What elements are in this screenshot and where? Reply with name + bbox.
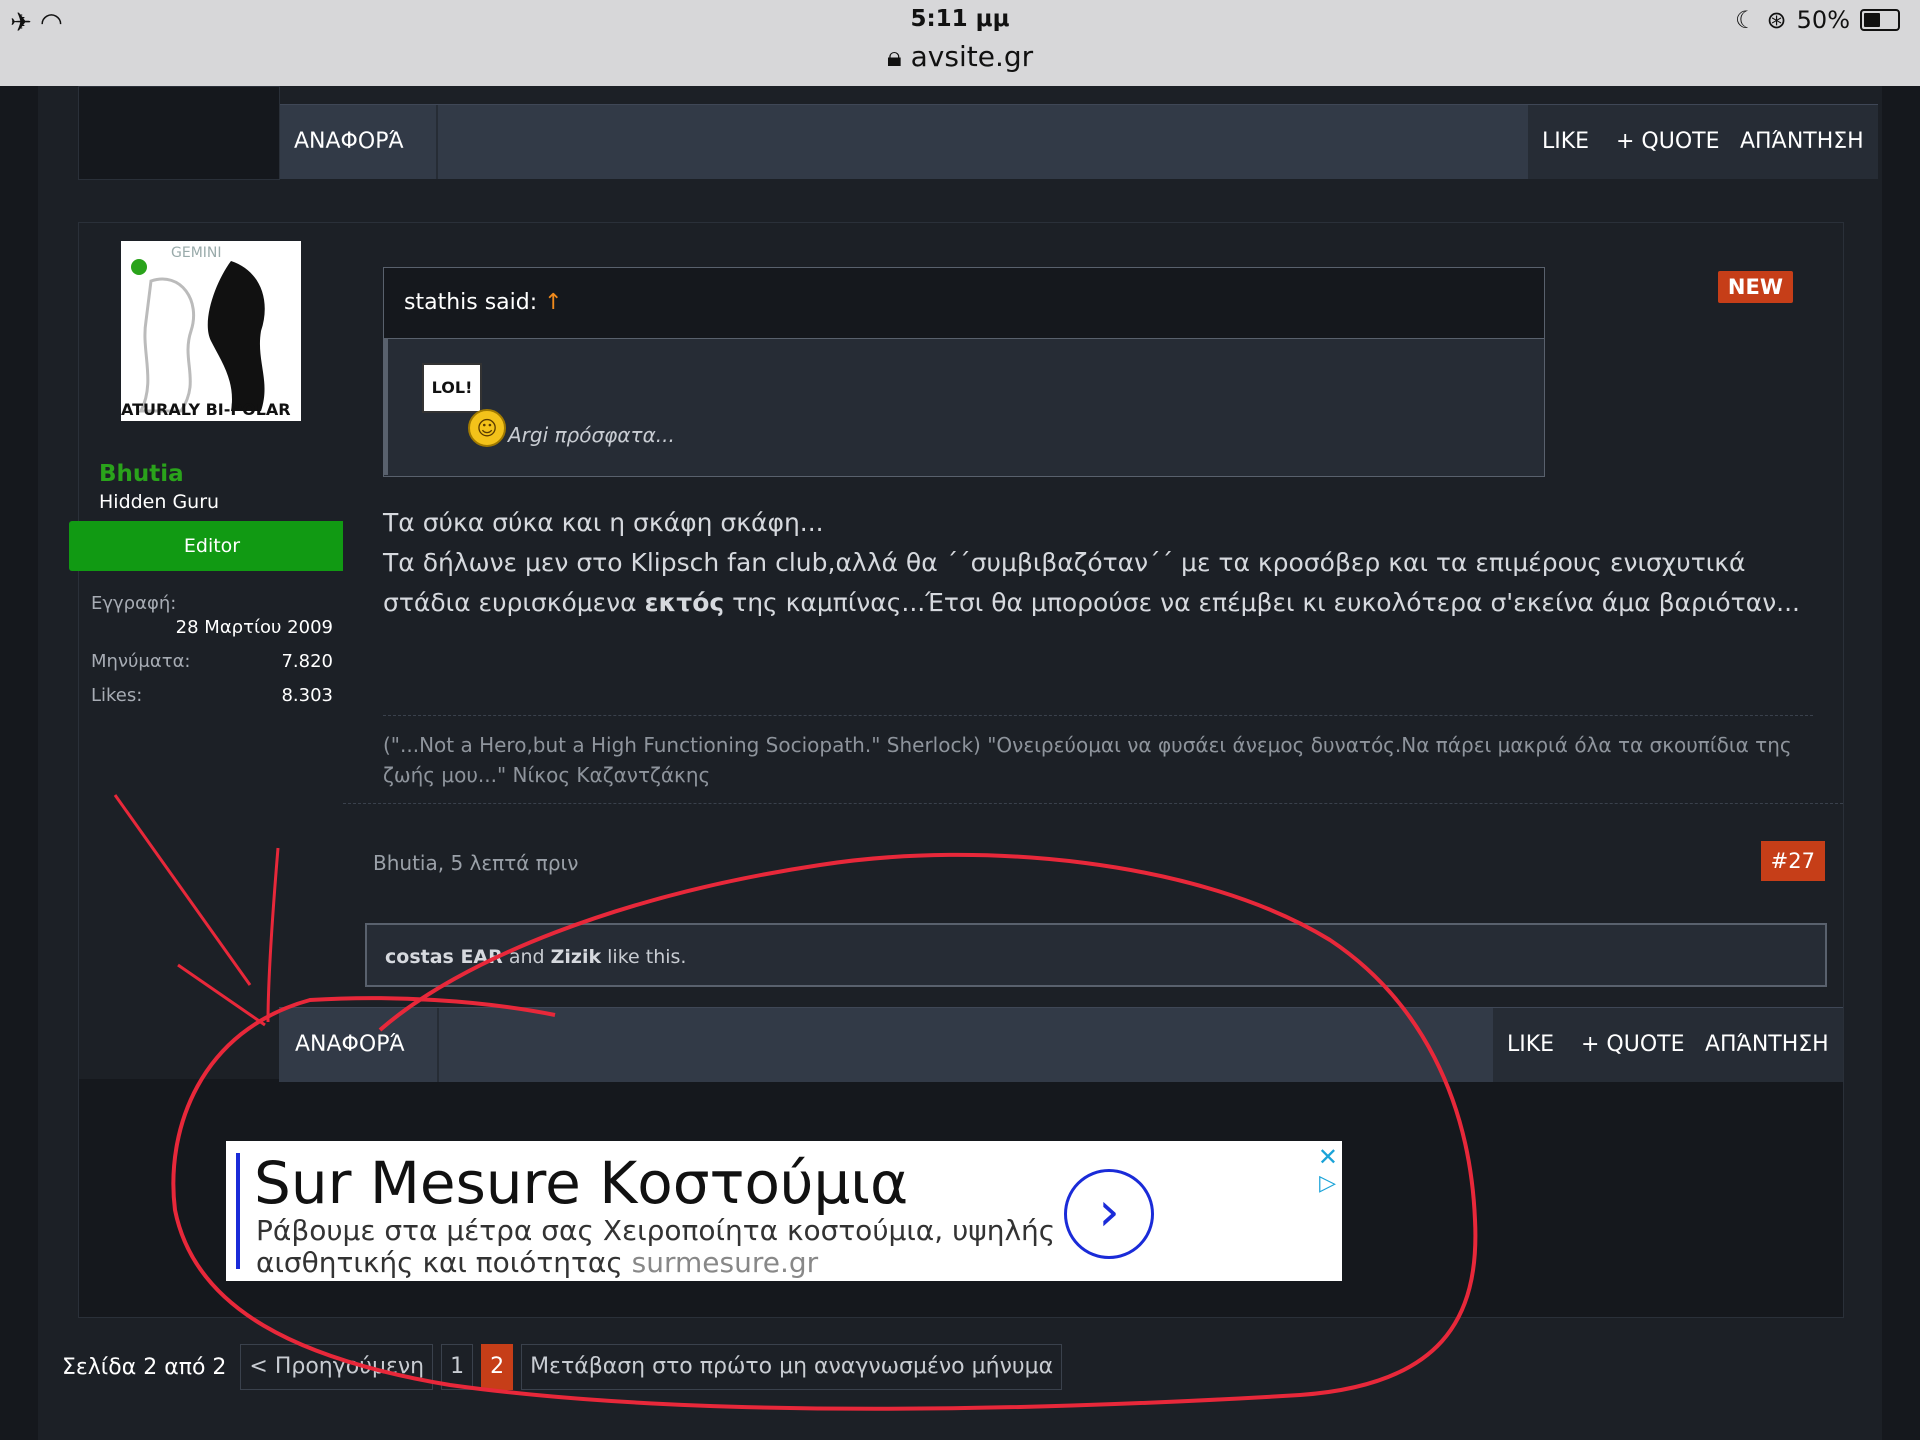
new-badge: NEW bbox=[1717, 271, 1793, 303]
page-2-button[interactable]: 2 bbox=[481, 1344, 514, 1390]
smiley-icon: ☺ bbox=[468, 409, 506, 447]
post-meta[interactable]: Bhutia, 5 λεπτά πριν bbox=[373, 851, 578, 875]
post-number[interactable]: #27 bbox=[1760, 841, 1825, 881]
liker-link[interactable]: costas EAR bbox=[385, 946, 503, 968]
avatar-caption: ATURALY BI-POLAR bbox=[121, 400, 291, 419]
battery-percent: 50% bbox=[1796, 6, 1850, 34]
user-stats: Εγγραφή: 28 Μαρτίου 2009 Μηνύματα: 7.820 … bbox=[91, 593, 333, 719]
join-date: 28 Μαρτίου 2009 bbox=[175, 617, 333, 638]
signature: ("...Not a Hero,but a High Functioning S… bbox=[383, 715, 1813, 790]
pagination: Σελίδα 2 από 2 < Προηγούμενη 1 2 Μετάβασ… bbox=[62, 1344, 1063, 1390]
ad-accent-bar bbox=[236, 1153, 240, 1269]
status-bar: ✈ ◠ 5:11 μμ 🔒︎ avsite.gr ☾ ⊛ 50% bbox=[0, 0, 1920, 86]
address-bar[interactable]: 🔒︎ avsite.gr bbox=[0, 40, 1920, 74]
status-time: 5:11 μμ bbox=[910, 6, 1010, 32]
avatar[interactable]: GEMINI ATURALY BI-POLAR bbox=[121, 241, 301, 421]
username[interactable]: Bhutia bbox=[99, 461, 184, 487]
message-content: stathis said: ↑ LOL! ☺ Argi πρόσφατα... … bbox=[343, 223, 1843, 1079]
divider bbox=[343, 803, 1843, 804]
like-button[interactable]: LIKE bbox=[1507, 1008, 1554, 1082]
post-body: Τα σύκα σύκα και η σκάφη σκάφη... Τα δήλ… bbox=[383, 503, 1813, 623]
quote-author: stathis said: bbox=[404, 290, 538, 315]
reply-button[interactable]: ΑΠΆΝΤΗΣΗ bbox=[1705, 1008, 1829, 1082]
body-paragraph: Τα δήλωνε μεν στο Klipsch fan club,αλλά … bbox=[383, 543, 1813, 623]
quote-jump-icon[interactable]: ↑ bbox=[544, 290, 562, 315]
adchoices-icon[interactable]: ▷ bbox=[1319, 1171, 1336, 1196]
user-title: Hidden Guru bbox=[99, 491, 220, 513]
prev-post-user-col bbox=[78, 86, 280, 180]
post-actions-top: ΑΝΑΦΟΡΆ LIKE + QUOTE ΑΠΆΝΤΗΣΗ bbox=[278, 104, 1878, 179]
ad-title[interactable]: Sur Mesure Κοστούμια bbox=[254, 1149, 908, 1217]
body-line: Τα σύκα σύκα και η σκάφη σκάφη... bbox=[383, 508, 824, 537]
likes-count: 8.303 bbox=[281, 685, 333, 706]
stat-label: Μηνύματα: bbox=[91, 651, 191, 672]
page-label: Σελίδα 2 από 2 bbox=[62, 1354, 227, 1380]
post-actions-bottom: ΑΝΑΦΟΡΆ LIKE + QUOTE ΑΠΆΝΤΗΣΗ bbox=[279, 1007, 1843, 1082]
body-text-part: της καμπίνας...Έτσι θα μπορούσε να επέμβ… bbox=[724, 588, 1800, 617]
page-content: ΑΝΑΦΟΡΆ LIKE + QUOTE ΑΠΆΝΤΗΣΗ GEMINI ATU… bbox=[38, 86, 1882, 1440]
quote-header: stathis said: ↑ bbox=[384, 268, 1544, 339]
ad-domain[interactable]: surmesure.gr bbox=[632, 1246, 819, 1279]
ad-description: Ράβουμε στα μέτρα σας Χειροποίητα κοστού… bbox=[256, 1215, 1066, 1279]
quote-button[interactable]: + QUOTE bbox=[1616, 105, 1720, 179]
likes-text: like this. bbox=[601, 946, 687, 968]
quote-button[interactable]: + QUOTE bbox=[1581, 1008, 1685, 1082]
quote-block: stathis said: ↑ LOL! ☺ Argi πρόσφατα... bbox=[383, 267, 1545, 477]
role-badge: Editor bbox=[69, 521, 355, 571]
quote-text: Argi πρόσφατα... bbox=[508, 423, 675, 447]
report-button[interactable]: ΑΝΑΦΟΡΆ bbox=[278, 105, 438, 179]
url-text: avsite.gr bbox=[910, 40, 1034, 73]
online-indicator bbox=[131, 259, 147, 275]
close-icon[interactable]: ✕ bbox=[1318, 1143, 1338, 1171]
chevron-right-icon[interactable]: › bbox=[1064, 1169, 1154, 1259]
message-count: 7.820 bbox=[281, 651, 333, 672]
avatar-image: GEMINI ATURALY BI-POLAR bbox=[121, 241, 301, 421]
quote-body: LOL! ☺ Argi πρόσφατα... bbox=[384, 339, 1544, 475]
stat-label: Likes: bbox=[91, 685, 143, 706]
page-1-button[interactable]: 1 bbox=[441, 1344, 474, 1390]
prev-page-button[interactable]: < Προηγούμενη bbox=[240, 1344, 434, 1390]
stat-label: Εγγραφή: bbox=[91, 593, 177, 614]
status-right: ☾ ⊛ 50% bbox=[1735, 6, 1900, 34]
lol-smiley-sign: LOL! bbox=[422, 363, 482, 413]
user-info: GEMINI ATURALY BI-POLAR Bhutia Hidden Gu… bbox=[69, 223, 355, 1079]
avatar-top-text: GEMINI bbox=[171, 245, 222, 261]
body-bold: εκτός bbox=[644, 588, 725, 617]
moon-icon: ☾ bbox=[1735, 6, 1757, 34]
battery-icon bbox=[1860, 9, 1900, 31]
ad-banner[interactable]: Sur Mesure Κοστούμια Ράβουμε στα μέτρα σ… bbox=[226, 1141, 1342, 1281]
report-button[interactable]: ΑΝΑΦΟΡΆ bbox=[279, 1008, 439, 1082]
reply-button[interactable]: ΑΠΆΝΤΗΣΗ bbox=[1740, 105, 1864, 179]
like-button[interactable]: LIKE bbox=[1542, 105, 1589, 179]
rotation-lock-icon: ⊛ bbox=[1766, 6, 1787, 34]
first-unread-button[interactable]: Μετάβαση στο πρώτο μη αναγνωσμένο μήνυμα bbox=[521, 1344, 1063, 1390]
likes-text: and bbox=[502, 946, 551, 968]
likes-summary: costas EAR and Zizik like this. bbox=[365, 923, 1827, 987]
liker-link[interactable]: Zizik bbox=[551, 946, 602, 968]
